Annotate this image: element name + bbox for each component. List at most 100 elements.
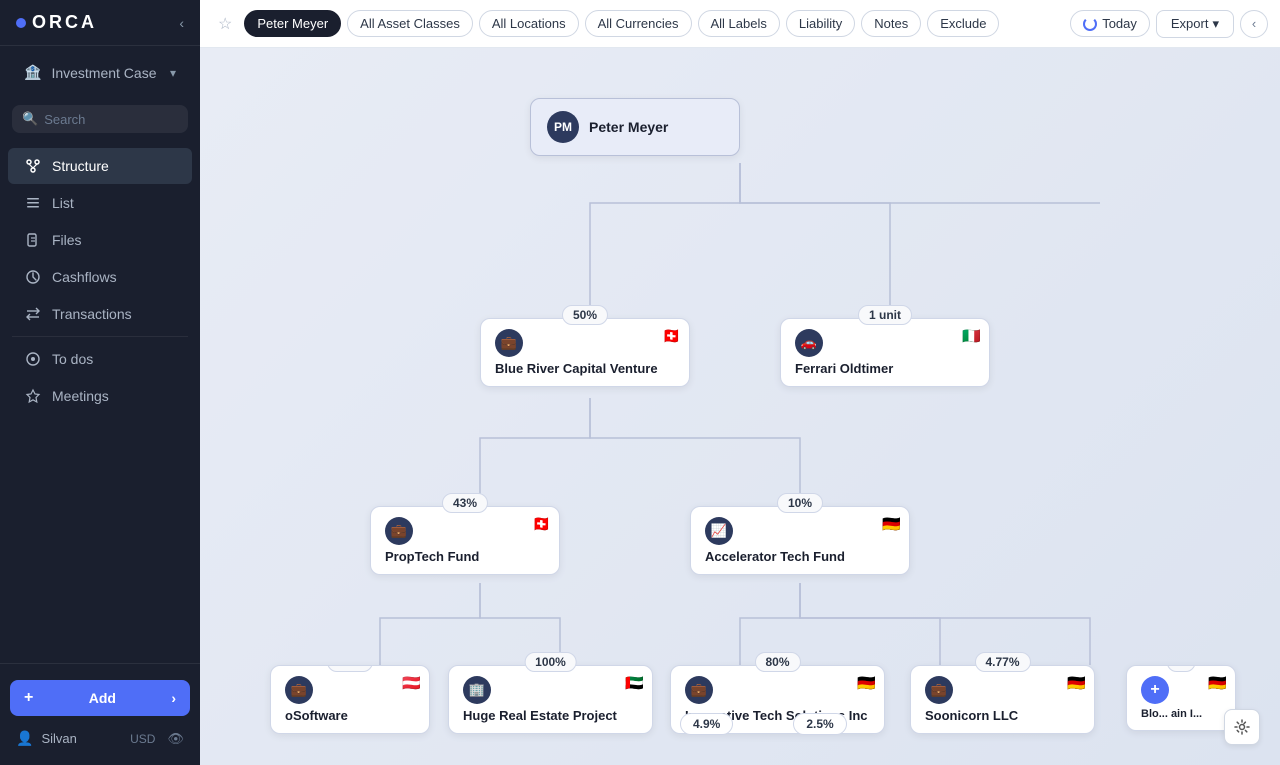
accelerator-badge: 10% bbox=[777, 493, 823, 513]
export-label: Export bbox=[1171, 16, 1209, 31]
blue-river-badge: 50% bbox=[562, 305, 608, 325]
add-label: Add bbox=[89, 690, 116, 706]
innovative-tech-badge: 80% bbox=[754, 652, 800, 672]
sidebar-item-cashflows[interactable]: Cashflows bbox=[8, 259, 192, 295]
plus-icon: + bbox=[24, 689, 33, 707]
sidebar-divider bbox=[12, 336, 188, 337]
proptech-icon: 💼 bbox=[385, 517, 413, 545]
node-accelerator[interactable]: 10% 🇩🇪 📈 Accelerator Tech Fund bbox=[690, 506, 910, 575]
filter-all-asset-classes[interactable]: All Asset Classes bbox=[347, 10, 473, 37]
sidebar-item-cashflows-label: Cashflows bbox=[52, 269, 117, 285]
eye-icon[interactable]: 👁 bbox=[167, 731, 184, 747]
ferrari-flag: 🇮🇹 bbox=[962, 327, 981, 345]
sidebar-item-structure[interactable]: Structure bbox=[8, 148, 192, 184]
connectors-svg bbox=[200, 48, 1280, 765]
sidebar-item-todos[interactable]: To dos bbox=[8, 341, 192, 377]
cashflows-icon bbox=[24, 268, 42, 286]
biosoftware-icon: 💼 bbox=[285, 676, 313, 704]
filter-all-locations[interactable]: All Locations bbox=[479, 10, 579, 37]
bottom-badge-2: 2.5% bbox=[793, 713, 846, 735]
sidebar-item-todos-label: To dos bbox=[52, 351, 93, 367]
toolbar: ☆ Peter Meyer All Asset Classes All Loca… bbox=[200, 0, 1280, 48]
ferrari-label: Ferrari Oldtimer bbox=[795, 361, 893, 376]
blockchain-flag: 🇩🇪 bbox=[1208, 674, 1227, 692]
files-icon bbox=[24, 231, 42, 249]
accelerator-icon: 📈 bbox=[705, 517, 733, 545]
user-name: Silvan bbox=[41, 731, 76, 746]
filter-peter-meyer[interactable]: Peter Meyer bbox=[244, 10, 341, 37]
proptech-label: PropTech Fund bbox=[385, 549, 479, 564]
star-button[interactable]: ☆ bbox=[212, 9, 238, 39]
search-wrapper: 🔍 bbox=[0, 99, 200, 139]
bottom-badge-1: 4.9% bbox=[680, 713, 733, 735]
huge-real-estate-flag: 🇦🇪 bbox=[625, 674, 644, 692]
sidebar-item-list-label: List bbox=[52, 195, 74, 211]
huge-real-estate-badge: 100% bbox=[524, 652, 577, 672]
node-soonicorn[interactable]: 4.77% 🇩🇪 💼 Soonicorn LLC bbox=[910, 665, 1095, 734]
collapse-right-button[interactable]: ‹ bbox=[1240, 10, 1268, 38]
filter-liability[interactable]: Liability bbox=[786, 10, 855, 37]
sidebar-item-investment-case[interactable]: 🏦 Investment Case ▾ bbox=[8, 55, 192, 90]
blue-river-label: Blue River Capital Venture bbox=[495, 361, 658, 376]
user-icon: 👤 bbox=[16, 730, 33, 747]
blue-river-icon: 💼 bbox=[495, 329, 523, 357]
arrow-icon: › bbox=[171, 690, 176, 706]
soonicorn-flag: 🇩🇪 bbox=[1067, 674, 1086, 692]
search-box[interactable]: 🔍 bbox=[12, 105, 188, 133]
node-blue-river[interactable]: 50% 🇨🇭 💼 Blue River Capital Venture bbox=[480, 318, 690, 387]
sidebar-item-list[interactable]: List bbox=[8, 185, 192, 221]
today-button[interactable]: Today bbox=[1070, 10, 1150, 37]
node-peter-meyer[interactable]: PM Peter Meyer bbox=[530, 98, 740, 156]
filter-all-labels[interactable]: All Labels bbox=[698, 10, 780, 37]
sidebar-header: ORCA ‹ bbox=[0, 0, 200, 46]
meetings-icon bbox=[24, 387, 42, 405]
sidebar-item-structure-label: Structure bbox=[52, 158, 109, 174]
node-ferrari[interactable]: 1 unit 🇮🇹 🚗 Ferrari Oldtimer bbox=[780, 318, 990, 387]
add-button[interactable]: + Add › bbox=[10, 680, 190, 716]
export-button[interactable]: Export ▾ bbox=[1156, 10, 1234, 38]
settings-control-button[interactable] bbox=[1224, 709, 1260, 745]
node-biosoftware[interactable]: 25% 🇦🇹 💼 oSoftware bbox=[270, 665, 430, 734]
todos-icon bbox=[24, 350, 42, 368]
logo-dot bbox=[16, 18, 26, 28]
sidebar-item-meetings[interactable]: Meetings bbox=[8, 378, 192, 414]
sidebar-item-files[interactable]: Files bbox=[8, 222, 192, 258]
currency-badge: USD bbox=[130, 732, 155, 746]
sidebar-item-files-label: Files bbox=[52, 232, 82, 248]
export-chevron-icon: ▾ bbox=[1212, 16, 1219, 32]
refresh-icon bbox=[1083, 17, 1097, 31]
chevron-down-icon: ▾ bbox=[170, 66, 176, 80]
biosoftware-flag: 🇦🇹 bbox=[402, 674, 421, 692]
investment-case-section: 🏦 Investment Case ▾ bbox=[0, 46, 200, 99]
filter-all-currencies[interactable]: All Currencies bbox=[585, 10, 692, 37]
bottom-nodes-row: 4.9% 2.5% bbox=[680, 713, 847, 735]
filter-notes[interactable]: Notes bbox=[861, 10, 921, 37]
sidebar: ORCA ‹ 🏦 Investment Case ▾ 🔍 bbox=[0, 0, 200, 765]
canvas: PM Peter Meyer 50% 🇨🇭 💼 Blue River Capit… bbox=[200, 48, 1280, 765]
ferrari-icon: 🚗 bbox=[795, 329, 823, 357]
search-input[interactable] bbox=[44, 112, 178, 127]
blockchain-label: Blo... ain I... bbox=[1141, 708, 1202, 720]
blue-river-flag: 🇨🇭 bbox=[662, 327, 681, 345]
logo: ORCA bbox=[16, 12, 97, 33]
filter-exclude[interactable]: Exclude bbox=[927, 10, 999, 37]
node-huge-real-estate[interactable]: 100% 🇦🇪 🏢 Huge Real Estate Project bbox=[448, 665, 653, 734]
soonicorn-badge: 4.77% bbox=[974, 652, 1030, 672]
accelerator-flag: 🇩🇪 bbox=[882, 515, 901, 533]
sidebar-item-meetings-label: Meetings bbox=[52, 388, 109, 404]
proptech-flag: 🇨🇭 bbox=[532, 515, 551, 533]
blockchain-icon: + bbox=[1141, 676, 1169, 704]
toolbar-right: Today Export ▾ ‹ bbox=[1070, 10, 1268, 38]
transactions-icon bbox=[24, 305, 42, 323]
investment-case-icon: 🏦 bbox=[24, 64, 41, 81]
sidebar-collapse-button[interactable]: ‹ bbox=[179, 15, 184, 31]
main-content: ☆ Peter Meyer All Asset Classes All Loca… bbox=[200, 0, 1280, 765]
ferrari-badge: 1 unit bbox=[858, 305, 912, 325]
node-proptech[interactable]: 43% 🇨🇭 💼 PropTech Fund bbox=[370, 506, 560, 575]
node-blockchain[interactable]: 1 🇩🇪 + Blo... ain I... bbox=[1126, 665, 1236, 731]
sidebar-item-transactions[interactable]: Transactions bbox=[8, 296, 192, 332]
logo-text: ORCA bbox=[32, 12, 97, 33]
soonicorn-label: Soonicorn LLC bbox=[925, 708, 1018, 723]
innovative-tech-icon: 💼 bbox=[685, 676, 713, 704]
proptech-badge: 43% bbox=[442, 493, 488, 513]
